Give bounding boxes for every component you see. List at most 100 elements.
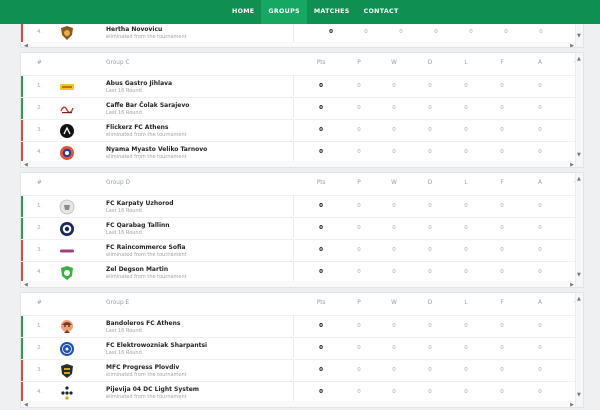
team-wins: 0 — [399, 29, 403, 35]
horizontal-scrollbar[interactable]: ◀ ▶ — [21, 281, 577, 287]
col-header-d[interactable]: D — [428, 180, 432, 186]
col-header-f[interactable]: F — [500, 180, 503, 186]
team-name[interactable]: FC Karpaty Uzhorod — [106, 200, 174, 207]
team-name[interactable]: FC Raincommerce Sofia — [106, 244, 185, 251]
horizontal-scrollbar[interactable]: ◀ ▶ — [21, 42, 577, 47]
team-draws: 0 — [428, 345, 432, 351]
team-losses: 0 — [464, 269, 468, 275]
vertical-scrollbar[interactable]: ▲ ▼ — [575, 293, 583, 407]
qualified-indicator — [21, 218, 23, 239]
col-header-pts[interactable]: Pts — [317, 180, 326, 186]
col-header-p[interactable]: P — [357, 180, 361, 186]
scroll-down-icon[interactable]: ▼ — [577, 152, 581, 158]
col-header-w[interactable]: W — [391, 300, 397, 306]
team-wins: 0 — [392, 225, 396, 231]
team-points: 0 — [329, 29, 333, 35]
group-d-panel: #Group DPtsPWDLFA+/-1.FC Karpaty Uzhorod… — [20, 172, 584, 288]
table-row[interactable]: 2. FC Elektrowozniak Sharpantsi Last 16 Ro… — [21, 337, 580, 359]
team-name[interactable]: Nyama Myasto Veliko Tarnovo — [106, 146, 207, 153]
team-losses: 0 — [464, 203, 468, 209]
nav-contact[interactable]: CONTACT — [357, 0, 406, 24]
team-position: 2. — [37, 105, 43, 111]
table-row[interactable]: 2. FC Qarabag Tallinn Last 16 Round 0 0 0 0 0 0 0… — [21, 217, 580, 239]
scroll-left-icon[interactable]: ◀ — [24, 161, 28, 167]
col-header-p[interactable]: P — [357, 300, 361, 306]
scroll-right-icon[interactable]: ▶ — [570, 401, 574, 407]
team-losses: 0 — [464, 225, 468, 231]
col-header-f[interactable]: F — [500, 60, 503, 66]
vertical-scrollbar[interactable]: ▲ ▼ — [575, 173, 583, 287]
table-row[interactable]: 1. Abus Gastro Jihlava Last 16 Round 0 0 0 0 0 0… — [21, 75, 580, 97]
scroll-right-icon[interactable]: ▶ — [570, 281, 574, 287]
table-row[interactable]: 4. Nyama Myasto Veliko Tarnovo eliminated … — [21, 141, 580, 163]
team-losses: 0 — [464, 127, 468, 133]
team-name[interactable]: Flickerz FC Athens — [106, 124, 169, 131]
nav-groups[interactable]: GROUPS — [261, 0, 307, 24]
nav-home[interactable]: HOME — [225, 0, 261, 24]
table-row[interactable]: 4. Pijevija 04 DC Light System eliminated … — [21, 381, 580, 403]
team-name[interactable]: MFC Progress Plovdiv — [106, 364, 179, 371]
team-points: 0 — [319, 247, 323, 253]
scroll-down-icon[interactable]: ▼ — [577, 392, 581, 398]
table-row[interactable]: 1. FC Karpaty Uzhorod Last 16 Round 0 0 0 0 0 0 0… — [21, 195, 580, 217]
team-goals-for: 0 — [500, 83, 504, 89]
scroll-down-icon[interactable]: ▼ — [577, 33, 581, 39]
col-header-p[interactable]: P — [357, 60, 361, 66]
scroll-left-icon[interactable]: ◀ — [24, 281, 28, 287]
team-logo-icon — [60, 106, 74, 114]
table-row[interactable]: 3. Flickerz FC Athens eliminated from the … — [21, 119, 580, 141]
team-name[interactable]: FC Elektrowozniak Sharpantsi — [106, 342, 207, 349]
scroll-right-icon[interactable]: ▶ — [570, 161, 574, 167]
vertical-scrollbar[interactable]: ▲ ▼ — [575, 53, 583, 167]
col-header-l[interactable]: L — [464, 300, 467, 306]
scroll-up-icon[interactable]: ▲ — [577, 56, 581, 62]
team-name[interactable]: Pijevija 04 DC Light System — [106, 386, 199, 393]
team-played: 0 — [357, 345, 361, 351]
col-header-w[interactable]: W — [391, 60, 397, 66]
col-header-d[interactable]: D — [428, 300, 432, 306]
scroll-left-icon[interactable]: ◀ — [24, 42, 28, 47]
horizontal-scrollbar[interactable]: ◀ ▶ — [21, 161, 577, 167]
scroll-up-icon[interactable]: ▲ — [577, 296, 581, 302]
team-status: eliminated from the tournament — [106, 154, 187, 160]
table-row[interactable]: 3. FC Raincommerce Sofia eliminated from t… — [21, 239, 580, 261]
col-header-a[interactable]: A — [538, 300, 542, 306]
column-divider — [293, 22, 294, 42]
team-name[interactable]: Caffe Bar Čolak Sarajevo — [106, 102, 189, 109]
scroll-down-icon[interactable]: ▼ — [577, 272, 581, 278]
col-header-w[interactable]: W — [391, 180, 397, 186]
col-header-l[interactable]: L — [464, 60, 467, 66]
nav-matches[interactable]: MATCHES — [307, 0, 357, 24]
team-name[interactable]: Bandoleros FC Athens — [106, 320, 180, 327]
col-header-d[interactable]: D — [428, 60, 432, 66]
col-header-a[interactable]: A — [538, 60, 542, 66]
team-losses: 0 — [464, 149, 468, 155]
table-row[interactable]: 4. Hertha Novovicu eliminated from the t… — [21, 21, 581, 43]
team-status: eliminated from the tournament — [106, 132, 187, 138]
team-logo-icon — [61, 26, 73, 40]
table-row[interactable]: 2. Caffe Bar Čolak Sarajevo Last 16 Round 0… — [21, 97, 580, 119]
team-losses: 0 — [464, 105, 468, 111]
col-header-f[interactable]: F — [500, 300, 503, 306]
table-row[interactable]: 3. MFC Progress Plovdiv eliminated from th… — [21, 359, 580, 381]
col-header-a[interactable]: A — [538, 180, 542, 186]
team-played: 0 — [357, 247, 361, 253]
scroll-up-icon[interactable]: ▲ — [577, 176, 581, 182]
column-divider — [293, 98, 294, 118]
team-name[interactable]: Hertha Novovicu — [106, 26, 162, 33]
col-header-pts[interactable]: Pts — [317, 60, 326, 66]
scroll-right-icon[interactable]: ▶ — [570, 42, 574, 47]
table-row[interactable]: 4. Zel Degson Martin eliminated from the t… — [21, 261, 580, 283]
team-name[interactable]: FC Qarabag Tallinn — [106, 222, 170, 229]
table-row[interactable]: 1. Bandoleros FC Athens Last 16 Round 0 0 0 0 0… — [21, 315, 580, 337]
scroll-left-icon[interactable]: ◀ — [24, 401, 28, 407]
column-divider — [293, 142, 294, 162]
team-name[interactable]: Zel Degson Martin — [106, 266, 168, 273]
col-header-l[interactable]: L — [464, 180, 467, 186]
team-position: 3. — [37, 367, 43, 373]
horizontal-scrollbar[interactable]: ◀ ▶ — [21, 401, 577, 407]
team-position: 4. — [37, 269, 43, 275]
col-header-pts[interactable]: Pts — [317, 300, 326, 306]
qualified-indicator — [21, 196, 23, 217]
team-name[interactable]: Abus Gastro Jihlava — [106, 80, 172, 87]
